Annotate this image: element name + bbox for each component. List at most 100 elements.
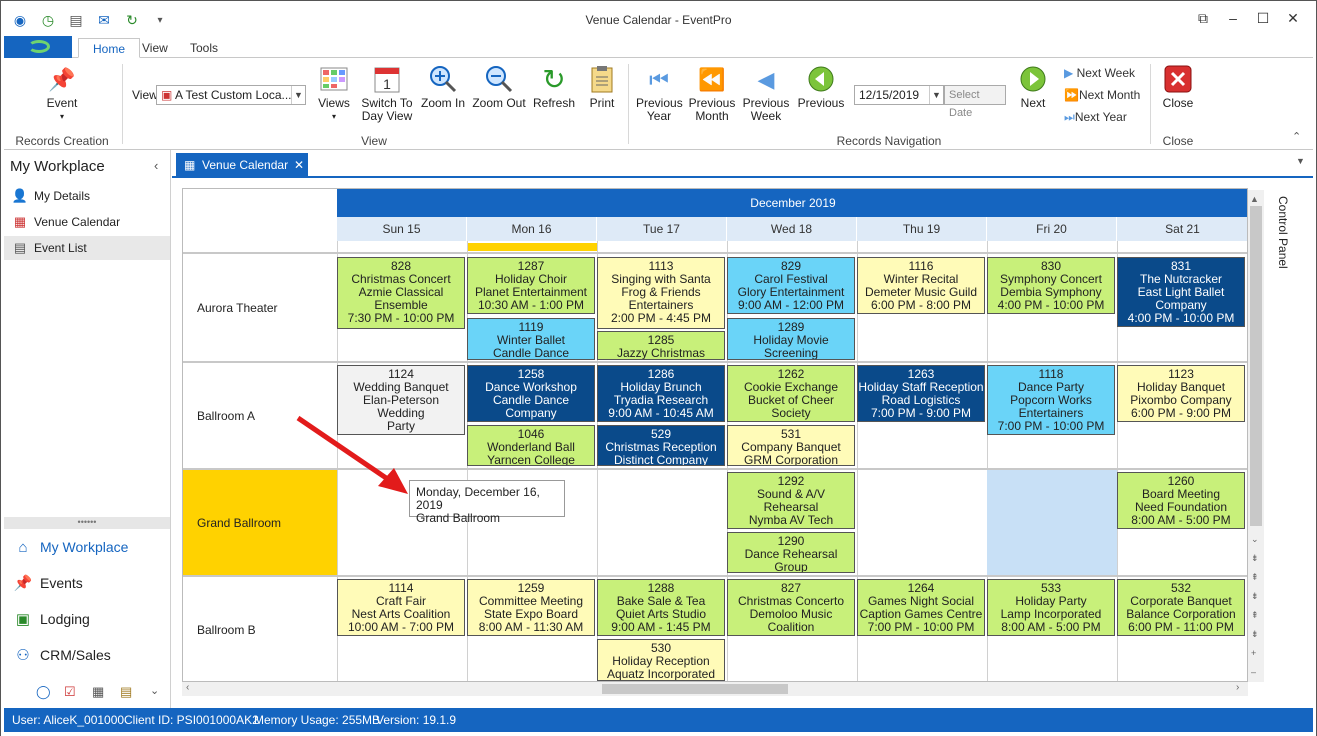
- event-block[interactable]: 1046 Wonderland Ball Yarncen College: [467, 425, 595, 466]
- scroll-right-icon[interactable]: ›: [1236, 682, 1239, 693]
- day-header[interactable]: Sat 21: [1117, 217, 1247, 241]
- next-week-button[interactable]: ▶ Next Week: [1064, 66, 1135, 80]
- event-block[interactable]: 1114 Craft Fair Nest Arts Coalition 10:00 A…: [337, 579, 465, 636]
- scroll-thumb[interactable]: [1250, 206, 1262, 526]
- event-block[interactable]: 1116 Winter Recital Demeter Music Guild 6:0…: [857, 257, 985, 314]
- chevron-down-icon[interactable]: ▼: [291, 86, 305, 104]
- clipboard-icon: [587, 64, 617, 94]
- close-button[interactable]: Close: [1160, 64, 1196, 110]
- event-block[interactable]: 532 Corporate Banquet Balance Corporation 6…: [1117, 579, 1245, 636]
- event-block[interactable]: 1118 Dance Party Popcorn Works Entertainers…: [987, 365, 1115, 435]
- nav-crm-sales[interactable]: ⚇ CRM/Sales: [14, 646, 111, 664]
- vertical-scrollbar[interactable]: ▲ ⌄ ⇟ ⇞ ⇟ ⇞ ⇟ + –: [1248, 190, 1264, 682]
- day-header[interactable]: Fri 20: [987, 217, 1117, 241]
- calculator-icon[interactable]: ▦: [92, 684, 104, 700]
- scroll-up-icon[interactable]: ▲: [1250, 194, 1259, 204]
- previous-year-button[interactable]: ⏮ Previous Year: [636, 64, 683, 123]
- previous-week-button[interactable]: ◀ Previous Week: [742, 64, 790, 123]
- zoom-in-button[interactable]: Zoom In: [420, 64, 466, 110]
- tab-list-icon[interactable]: ▼: [1296, 156, 1305, 166]
- event-block[interactable]: 531 Company Banquet GRM Corporation: [727, 425, 855, 466]
- tab-tools[interactable]: Tools: [176, 38, 232, 58]
- event-block[interactable]: 1288 Bake Sale & Tea Quiet Arts Studio 9:00…: [597, 579, 725, 636]
- day-header[interactable]: Sun 15: [337, 217, 467, 241]
- clipboard-icon[interactable]: ▤: [120, 684, 132, 700]
- event-line: 8:00 AM - 11:30 AM: [478, 620, 584, 634]
- day-header[interactable]: Thu 19: [857, 217, 987, 241]
- splitter-handle[interactable]: ••••••: [4, 517, 170, 529]
- minimize-icon[interactable]: –: [1223, 10, 1243, 28]
- close-tab-icon[interactable]: ✕: [294, 153, 304, 177]
- horizontal-scrollbar[interactable]: ‹ ›: [182, 682, 1248, 696]
- event-block[interactable]: 529 Christmas Reception Distinct Company: [597, 425, 725, 466]
- zoom-out-button[interactable]: Zoom Out: [472, 64, 526, 110]
- nav-lodging[interactable]: ▣ Lodging: [14, 610, 90, 628]
- chevron-down-icon[interactable]: ⌄: [150, 684, 159, 697]
- event-block[interactable]: 1292Sound & A/V RehearsalNymba AV Tech6:…: [727, 472, 855, 529]
- event-block[interactable]: 829 Carol Festival Glory Entertainment 9:00…: [727, 257, 855, 314]
- venue-calendar-item[interactable]: ▦ Venue Calendar: [12, 214, 120, 230]
- previous-month-button[interactable]: ⏪ Previous Month: [688, 64, 736, 123]
- next-month-button[interactable]: ⏩Next Month: [1064, 88, 1140, 102]
- view-combo[interactable]: ▣ A Test Custom Loca... ▼: [156, 85, 306, 105]
- event-block[interactable]: 1119Winter BalletCandle Dance Company: [467, 318, 595, 360]
- event-block[interactable]: 1285 Jazzy Christmas: [597, 331, 725, 360]
- event-block[interactable]: 827 Christmas Concerto Demoloo Music Coalit…: [727, 579, 855, 636]
- nav-events[interactable]: 📌 Events: [14, 574, 83, 592]
- day-header[interactable]: Mon 16: [467, 217, 597, 241]
- maximize-icon[interactable]: ☐: [1253, 10, 1273, 28]
- next-year-label: Next Year: [1074, 110, 1127, 124]
- checklist-icon[interactable]: ☑: [64, 684, 76, 700]
- refresh-button[interactable]: ↻ Refresh: [532, 64, 576, 110]
- tab-view[interactable]: View: [128, 38, 182, 58]
- collapse-panel-icon[interactable]: ‹: [154, 158, 158, 173]
- event-block[interactable]: 533 Holiday Party Lamp Incorporated 8:00 AM…: [987, 579, 1115, 636]
- scroll-nav-icons[interactable]: ⌄ ⇟ ⇞ ⇟ ⇞ ⇟ + –: [1251, 530, 1259, 682]
- restore-ribbon-icon[interactable]: ⧉: [1193, 10, 1213, 28]
- scroll-left-icon[interactable]: ‹: [186, 682, 189, 693]
- print-button[interactable]: Print: [584, 64, 620, 110]
- application-menu-button[interactable]: [4, 36, 72, 58]
- event-block[interactable]: 1289 Holiday Movie Screening: [727, 318, 855, 360]
- event-block[interactable]: 1259 Committee Meeting State Expo Board 8:0…: [467, 579, 595, 636]
- event-block[interactable]: 1287 Holiday Choir Planet Entertainment 10:…: [467, 257, 595, 314]
- close-window-icon[interactable]: ✕: [1283, 10, 1303, 28]
- event-block[interactable]: 530 Holiday Reception Aquatz Incorporated: [597, 639, 725, 681]
- next-year-button[interactable]: ⏭Next Year: [1064, 110, 1127, 125]
- selected-cell[interactable]: [987, 470, 1117, 575]
- event-block[interactable]: 1264 Games Night Social Caption Games Cent…: [857, 579, 985, 636]
- nav-my-workplace[interactable]: ⌂ My Workplace: [14, 538, 128, 556]
- event-block[interactable]: 1263 Holiday Staff Reception Road Logistic…: [857, 365, 985, 422]
- event-list-item[interactable]: ▤ Event List: [4, 236, 170, 260]
- collapse-ribbon-icon[interactable]: ⌃: [1292, 130, 1301, 143]
- previous-button[interactable]: Previous: [796, 64, 846, 110]
- next-label: Next: [1020, 96, 1046, 110]
- control-panel[interactable]: Control Panel: [1270, 190, 1302, 270]
- switch-to-day-view-button[interactable]: 1 Switch To Day View: [360, 64, 414, 123]
- event-block[interactable]: 1286 Holiday Brunch Tryadia Research 9:00 A…: [597, 365, 725, 422]
- venue-label[interactable]: Ballroom B: [183, 577, 337, 681]
- event-block[interactable]: 1290Dance Rehearsal GroupA: [727, 532, 855, 573]
- event-block[interactable]: 1262 Cookie Exchange Bucket of Cheer Socie…: [727, 365, 855, 422]
- event-block[interactable]: 1258Dance WorkshopCandle Dance Company8:…: [467, 365, 595, 422]
- chevron-down-icon[interactable]: ▼: [929, 86, 943, 104]
- event-block[interactable]: 830 Symphony Concert Dembia Symphony 4:00 P…: [987, 257, 1115, 314]
- date-field[interactable]: 12/15/2019 ▼: [854, 85, 944, 105]
- views-button[interactable]: Views ▾: [316, 64, 352, 123]
- nav-events-label: Events: [40, 575, 83, 591]
- select-date-button[interactable]: Select Date: [944, 85, 1006, 119]
- event-block[interactable]: 831 The Nutcracker East Light Ballet Compan…: [1117, 257, 1245, 327]
- event-button[interactable]: 📌 Event ▾: [42, 64, 82, 123]
- day-header[interactable]: Wed 18: [727, 217, 857, 241]
- chat-icon[interactable]: ◯: [36, 684, 51, 700]
- event-block[interactable]: 1123 Holiday Banquet Pixombo Company 6:00 P…: [1117, 365, 1245, 422]
- venue-label[interactable]: Aurora Theater: [183, 254, 337, 361]
- event-block[interactable]: 1113 Singing with Santa Frog & Friends Ente…: [597, 257, 725, 329]
- scroll-thumb[interactable]: [602, 684, 788, 694]
- event-block[interactable]: 1260 Board Meeting Need Foundation 8:00 AM …: [1117, 472, 1245, 529]
- next-button[interactable]: Next: [1016, 64, 1050, 110]
- tab-venue-calendar[interactable]: ▦ Venue Calendar ✕: [176, 153, 308, 177]
- my-details-item[interactable]: 👤 My Details: [12, 188, 90, 204]
- event-block[interactable]: 828 Christmas Concert Azmie Classical Ensem…: [337, 257, 465, 329]
- day-header[interactable]: Tue 17: [597, 217, 727, 241]
